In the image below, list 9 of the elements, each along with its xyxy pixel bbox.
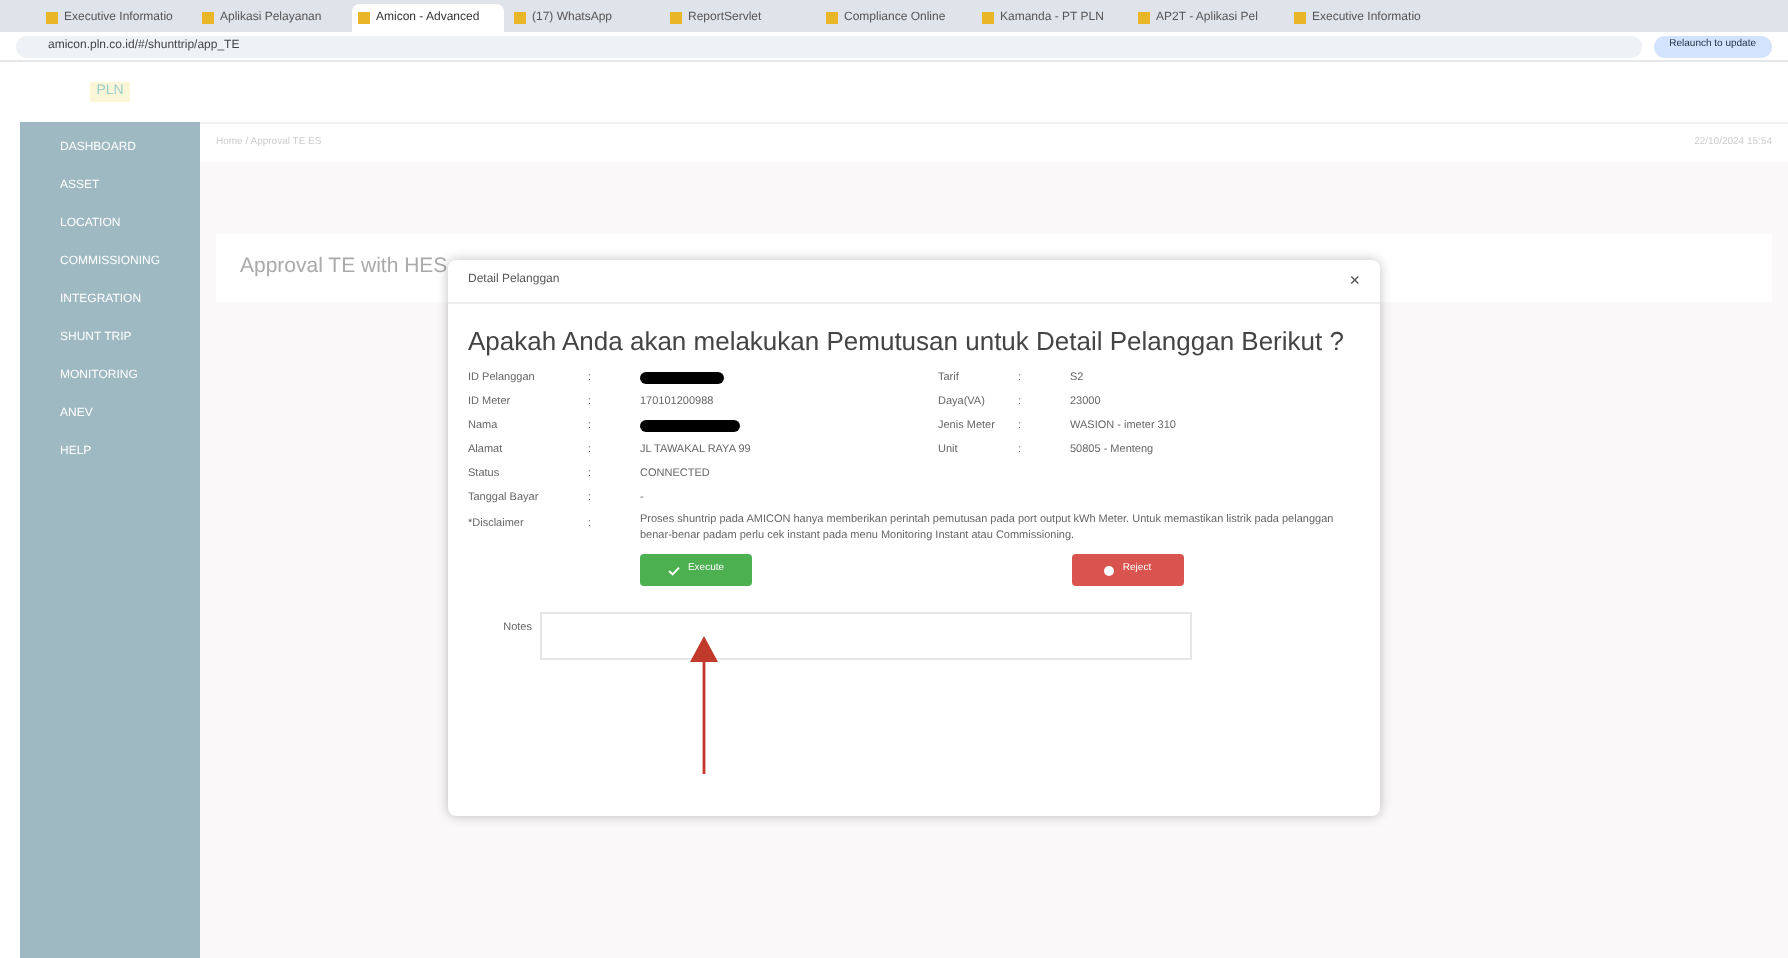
page-heading: Approval TE with HES	[240, 252, 448, 283]
redaction-bar	[640, 420, 740, 432]
dialog-question: Apakah Anda akan melakukan Pemutusan untuk Detail Pelanggan Berikut ?	[468, 326, 1344, 358]
close-button[interactable]: ×	[1349, 272, 1360, 290]
annotation-arrow	[690, 636, 718, 774]
stop-icon	[1104, 565, 1115, 575]
notes-field[interactable]	[540, 612, 1192, 660]
check-icon	[667, 565, 680, 575]
redaction-bar	[640, 372, 724, 384]
